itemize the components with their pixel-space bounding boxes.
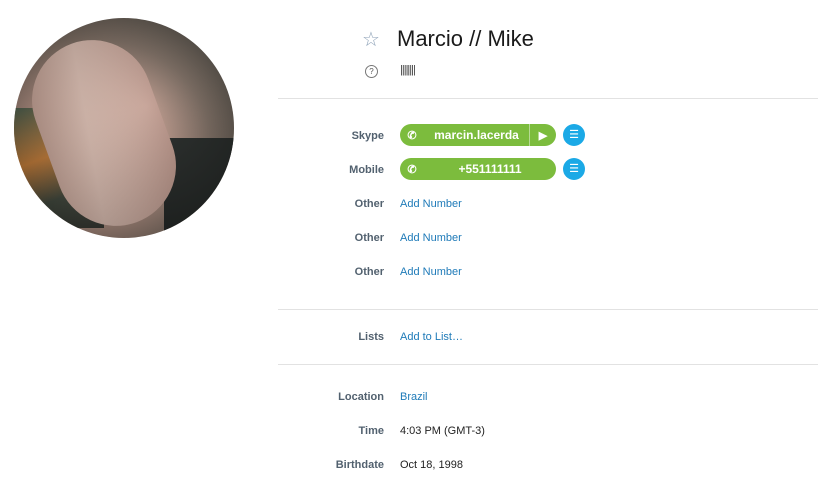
add-to-list-link[interactable]: Add to List… xyxy=(400,331,463,343)
skype-chat-button[interactable]: ☰ xyxy=(563,124,585,146)
star-icon[interactable]: ☆ xyxy=(360,29,382,51)
time-label: Time xyxy=(358,425,384,437)
contact-name: Marcio // Mike xyxy=(397,26,534,51)
phone-icon: ✆ xyxy=(407,129,417,142)
mobile-number: +551111111 xyxy=(458,162,522,176)
mobile-label: Mobile xyxy=(349,164,384,176)
other-label: Other xyxy=(354,266,384,278)
divider xyxy=(278,309,818,310)
time-value: 4:03 PM (GMT-3) xyxy=(400,425,485,437)
skype-label: Skype xyxy=(351,130,384,142)
chat-icon: ☰ xyxy=(569,163,579,175)
add-number-link[interactable]: Add Number xyxy=(400,266,462,278)
divider xyxy=(278,98,818,99)
mobile-chat-button[interactable]: ☰ xyxy=(563,158,585,180)
location-value[interactable]: Brazil xyxy=(400,391,428,403)
other-label: Other xyxy=(354,232,384,244)
mood-message: |||||||| xyxy=(400,64,416,76)
question-icon: ? xyxy=(365,65,378,78)
phone-icon: ✆ xyxy=(407,163,417,176)
divider xyxy=(278,364,818,365)
lists-label: Lists xyxy=(358,331,384,343)
location-label: Location xyxy=(338,391,384,403)
avatar xyxy=(14,18,234,238)
video-icon[interactable]: ▶ xyxy=(530,129,556,142)
birthdate-value: Oct 18, 1998 xyxy=(400,459,463,471)
chat-icon: ☰ xyxy=(569,129,579,141)
skype-call-button[interactable]: ✆ marcin.lacerda ▶ xyxy=(400,124,556,146)
skype-name: marcin.lacerda xyxy=(434,128,519,142)
avatar-shade xyxy=(14,18,234,238)
add-number-link[interactable]: Add Number xyxy=(400,198,462,210)
birthdate-label: Birthdate xyxy=(335,459,384,471)
other-label: Other xyxy=(354,198,384,210)
add-number-link[interactable]: Add Number xyxy=(400,232,462,244)
mobile-call-button[interactable]: ✆ +551111111 xyxy=(400,158,556,180)
